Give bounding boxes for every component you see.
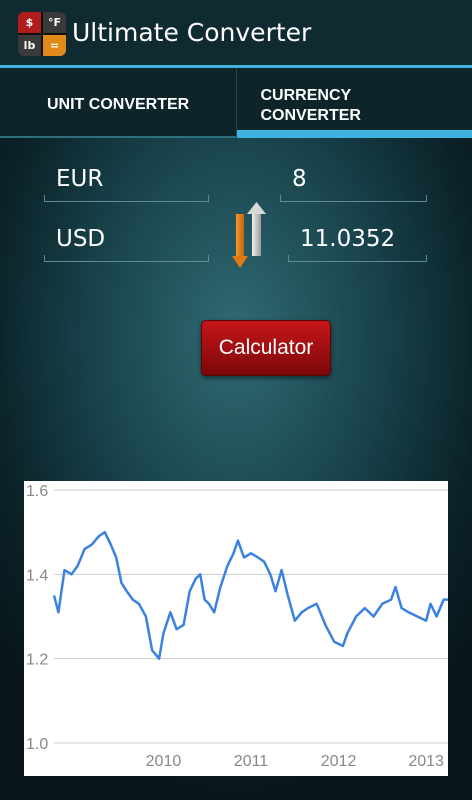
- dollar-icon: $: [18, 12, 41, 33]
- to-amount-value: 11.0352: [300, 226, 396, 252]
- exchange-rate-chart: 1.0 1.2 1.4 1.6 2010 2011 2012 2013: [24, 481, 448, 776]
- chart-x-tick-label: 2012: [321, 753, 357, 770]
- app-title: Ultimate Converter: [72, 18, 312, 47]
- chart-x-tick-label: 2010: [146, 753, 182, 770]
- app-logo-icon[interactable]: $ °F lb =: [18, 12, 66, 56]
- chart-y-tick-label: 1.6: [26, 483, 48, 500]
- chart-svg: 1.0 1.2 1.4 1.6 2010 2011 2012 2013: [26, 483, 448, 770]
- tab-bar: UNIT CONVERTER CURRENCY CONVERTER: [0, 68, 472, 138]
- chart-y-tick-label: 1.0: [26, 736, 48, 753]
- calculator-button[interactable]: Calculator: [201, 320, 331, 376]
- tab-unit-converter[interactable]: UNIT CONVERTER: [0, 68, 237, 138]
- action-bar: $ °F lb = Ultimate Converter: [0, 0, 472, 66]
- tab-underline: [0, 136, 236, 138]
- to-amount-field: 11.0352: [288, 222, 427, 262]
- chart-y-tick-label: 1.4: [26, 567, 48, 584]
- chart-x-tick-label: 2013: [408, 753, 444, 770]
- tab-currency-converter[interactable]: CURRENCY CONVERTER: [236, 68, 472, 138]
- from-currency-select[interactable]: EUR: [44, 162, 209, 202]
- from-currency-value: EUR: [56, 166, 104, 192]
- swap-arrows-icon[interactable]: [228, 200, 270, 272]
- chart-x-tick-label: 2011: [234, 753, 269, 770]
- tab-selected-indicator: [236, 130, 472, 138]
- from-amount-input[interactable]: 8: [280, 162, 427, 202]
- pound-weight-icon: lb: [18, 35, 41, 56]
- to-currency-select[interactable]: USD: [44, 222, 209, 262]
- equals-icon: =: [43, 35, 66, 56]
- chart-series-line: [52, 530, 448, 660]
- fahrenheit-icon: °F: [43, 12, 66, 33]
- to-currency-value: USD: [56, 226, 106, 252]
- from-amount-value: 8: [292, 166, 307, 192]
- tab-currency-converter-label: CURRENCY CONVERTER: [260, 87, 361, 124]
- chart-y-tick-label: 1.2: [26, 652, 48, 669]
- tab-unit-converter-label: UNIT CONVERTER: [47, 96, 190, 113]
